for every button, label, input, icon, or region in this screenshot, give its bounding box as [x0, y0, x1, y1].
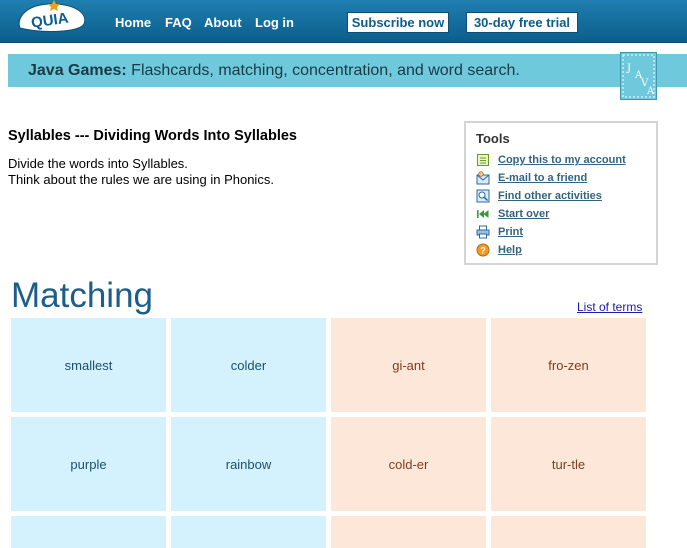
- nav-faq-link[interactable]: FAQ: [165, 15, 192, 30]
- match-card[interactable]: smallest: [11, 318, 166, 412]
- top-nav-bar: QUIA Home FAQ About Log in Subscribe now…: [0, 0, 687, 43]
- svg-text:A: A: [646, 86, 655, 97]
- tool-help-label[interactable]: Help: [498, 244, 522, 256]
- search-icon: [476, 189, 490, 203]
- tool-copy-label[interactable]: Copy this to my account: [498, 154, 626, 166]
- list-of-terms-link[interactable]: List of terms: [577, 300, 642, 314]
- svg-text:?: ?: [480, 246, 486, 256]
- tools-panel: Tools Copy this to my account E-mail to …: [464, 121, 658, 265]
- tool-find-activities[interactable]: Find other activities: [476, 188, 602, 204]
- java-badge-graphic: J A V A: [622, 54, 655, 98]
- banner-description: Flashcards, matching, concentration, and…: [126, 62, 520, 79]
- matching-heading: Matching: [11, 276, 154, 315]
- tool-find-label[interactable]: Find other activities: [498, 190, 602, 202]
- match-card[interactable]: [491, 516, 646, 548]
- tool-start-over-label[interactable]: Start over: [498, 208, 549, 220]
- activity-title: Syllables --- Dividing Words Into Syllab…: [8, 128, 297, 144]
- tool-email-label[interactable]: E-mail to a friend: [498, 172, 587, 184]
- description-line-2: Think about the rules we are using in Ph…: [8, 172, 274, 187]
- rewind-icon: [477, 210, 489, 218]
- subscribe-button[interactable]: Subscribe now: [347, 12, 449, 33]
- banner-bold-text: Java Games:: [28, 62, 127, 79]
- tool-email-friend[interactable]: E-mail to a friend: [476, 170, 587, 186]
- nav-login-link[interactable]: Log in: [255, 15, 294, 30]
- match-card[interactable]: colder: [171, 318, 326, 412]
- description-line-1: Divide the words into Syllables.: [8, 156, 188, 171]
- match-card[interactable]: [171, 516, 326, 548]
- svg-text:J: J: [626, 63, 631, 74]
- match-card[interactable]: cold-er: [331, 417, 486, 511]
- tool-copy-to-account[interactable]: Copy this to my account: [476, 152, 626, 168]
- match-card[interactable]: [11, 516, 166, 548]
- tools-title: Tools: [476, 131, 510, 146]
- tool-print-label[interactable]: Print: [498, 226, 523, 238]
- match-card[interactable]: [331, 516, 486, 548]
- email-icon: [476, 171, 490, 185]
- tool-help[interactable]: ? Help: [476, 242, 522, 258]
- copy-icon: [477, 154, 489, 166]
- quia-logo-icon: QUIA: [18, 0, 86, 32]
- match-card[interactable]: gi-ant: [331, 318, 486, 412]
- nav-about-link[interactable]: About: [204, 15, 242, 30]
- banner-text: Java Games: Flashcards, matching, concen…: [28, 62, 520, 80]
- free-trial-button[interactable]: 30-day free trial: [466, 12, 578, 33]
- java-badge-icon: J A V A: [620, 52, 657, 100]
- match-card[interactable]: purple: [11, 417, 166, 511]
- match-card[interactable]: fro-zen: [491, 318, 646, 412]
- tool-print[interactable]: Print: [476, 224, 523, 240]
- help-icon: ?: [476, 243, 490, 257]
- quia-logo[interactable]: QUIA: [14, 0, 88, 34]
- match-card[interactable]: rainbow: [171, 417, 326, 511]
- java-games-banner: Java Games: Flashcards, matching, concen…: [8, 54, 687, 87]
- printer-icon: [476, 225, 490, 239]
- match-card[interactable]: tur-tle: [491, 417, 646, 511]
- nav-home-link[interactable]: Home: [115, 15, 151, 30]
- tool-start-over[interactable]: Start over: [476, 206, 549, 222]
